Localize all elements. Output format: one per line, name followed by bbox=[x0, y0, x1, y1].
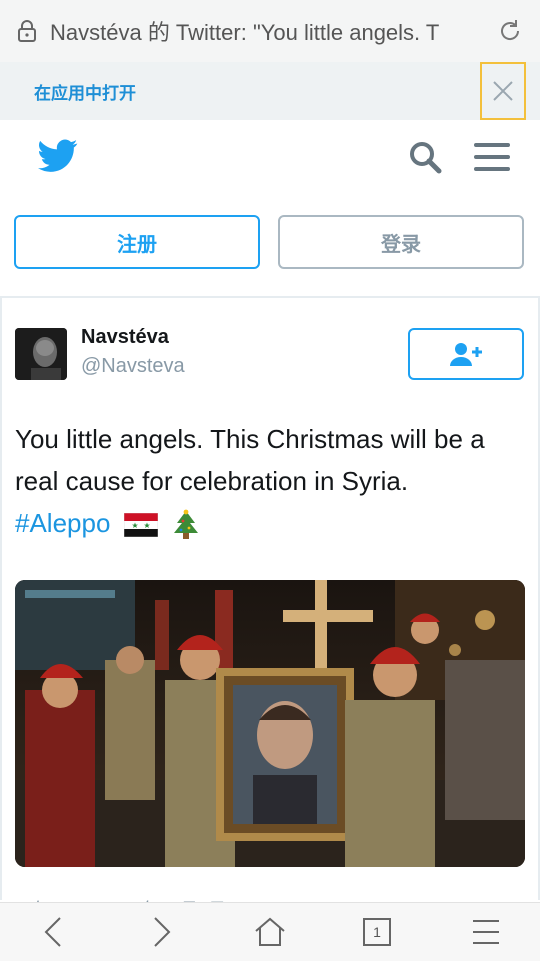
lock-icon bbox=[18, 20, 36, 42]
signup-button[interactable]: 注册 bbox=[14, 215, 260, 269]
forward-icon bbox=[154, 917, 171, 947]
search-icon[interactable] bbox=[408, 140, 442, 174]
url-text[interactable]: Navstéva 的 Twitter: "You little angels. … bbox=[50, 15, 490, 47]
tweet-photo[interactable] bbox=[15, 580, 525, 867]
hashtag-link[interactable]: #Aleppo bbox=[15, 508, 110, 538]
menu-icon[interactable] bbox=[474, 141, 510, 173]
open-in-app-link[interactable]: 在应用中打开 bbox=[34, 79, 136, 104]
tweet-body: You little angels. This Christmas will b… bbox=[15, 424, 485, 496]
follow-button[interactable] bbox=[408, 328, 524, 380]
forward-button[interactable] bbox=[141, 912, 181, 952]
close-icon bbox=[493, 81, 513, 101]
avatar[interactable] bbox=[15, 328, 67, 380]
display-name[interactable]: Navstéva bbox=[81, 326, 169, 349]
login-button[interactable]: 登录 bbox=[278, 215, 524, 269]
tabs-button[interactable]: 1 bbox=[357, 912, 397, 952]
twitter-header bbox=[0, 120, 540, 200]
add-user-icon bbox=[450, 343, 482, 366]
tweet-text: You little angels. This Christmas will b… bbox=[15, 418, 525, 544]
twitter-bird-icon[interactable] bbox=[38, 138, 78, 174]
christmas-tree-emoji bbox=[173, 509, 198, 540]
back-icon bbox=[44, 917, 61, 947]
url-bar[interactable]: Navstéva 的 Twitter: "You little angels. … bbox=[0, 0, 540, 62]
back-button[interactable] bbox=[34, 912, 74, 952]
syria-flag-emoji bbox=[123, 513, 158, 538]
home-button[interactable] bbox=[250, 912, 290, 952]
close-banner-button[interactable] bbox=[480, 62, 526, 120]
menu-icon bbox=[473, 920, 499, 944]
reload-icon[interactable] bbox=[496, 17, 524, 45]
home-icon bbox=[255, 917, 285, 946]
tab-count: 1 bbox=[373, 924, 381, 940]
user-handle[interactable]: @Navsteva bbox=[81, 355, 185, 378]
browser-menu-button[interactable] bbox=[466, 912, 506, 952]
